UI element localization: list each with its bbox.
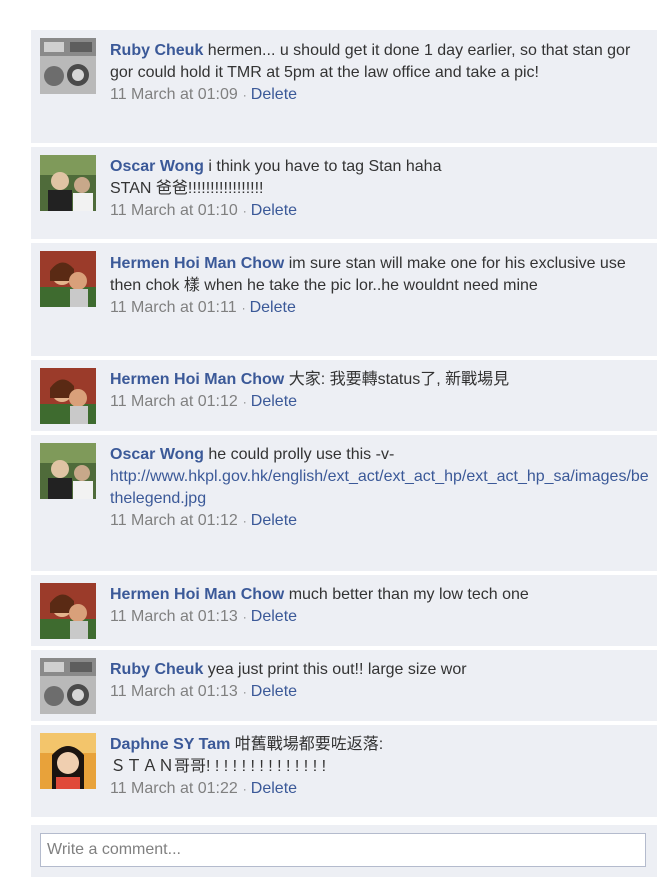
comment-meta: 11 March at 01:12 · Delete [110, 510, 649, 532]
separator-dot: · [242, 782, 247, 796]
comment-author[interactable]: Oscar Wong [110, 446, 204, 463]
comment-meta: 11 March at 01:09 · Delete [110, 84, 649, 106]
comment-author[interactable]: Ruby Cheuk [110, 661, 203, 678]
comment-timestamp[interactable]: 11 March at 01:09 [110, 86, 238, 103]
comment-timestamp[interactable]: 11 March at 01:12 [110, 393, 238, 410]
comment-item: Hermen Hoi Man Chow im sure stan will ma… [31, 243, 657, 356]
separator-dot: · [242, 685, 247, 699]
delete-link[interactable]: Delete [251, 86, 297, 103]
comment-item: Oscar Wong he could prolly use this -v- … [31, 435, 657, 571]
comment-author[interactable]: Daphne SY Tam [110, 736, 230, 753]
comment-author[interactable]: Ruby Cheuk [110, 42, 203, 59]
comment-author[interactable]: Hermen Hoi Man Chow [110, 586, 284, 603]
comment-meta: 11 March at 01:12 · Delete [110, 391, 649, 413]
delete-link[interactable]: Delete [251, 780, 297, 797]
comment-meta: 11 March at 01:13 · Delete [110, 606, 649, 628]
comment-timestamp[interactable]: 11 March at 01:12 [110, 512, 238, 529]
comment-timestamp[interactable]: 11 March at 01:13 [110, 683, 238, 700]
delete-link[interactable]: Delete [251, 608, 297, 625]
comment-text: 大家: 我要轉status了, 新戰場見 [288, 371, 510, 388]
comment-timestamp[interactable]: 11 March at 01:13 [110, 608, 238, 625]
comment-item: Hermen Hoi Man Chow 大家: 我要轉status了, 新戰場見… [31, 360, 657, 431]
delete-link[interactable]: Delete [251, 393, 297, 410]
oscar-avatar[interactable] [40, 443, 96, 499]
delete-link[interactable]: Delete [251, 512, 297, 529]
comment-item: Oscar Wong i think you have to tag Stan … [31, 147, 657, 239]
comment-item: Ruby Cheuk hermen... u should get it don… [31, 30, 657, 143]
comment-item: Daphne SY Tam 咁舊戰場都要咗返落: ＳＴＡＮ哥哥! ! ! ! !… [31, 725, 657, 817]
daphne-avatar[interactable] [40, 733, 96, 789]
hermen-avatar[interactable] [40, 251, 96, 307]
comment-item: Hermen Hoi Man Chow much better than my … [31, 575, 657, 646]
separator-dot: · [241, 301, 246, 315]
comment-meta: 11 March at 01:11 · Delete [110, 297, 649, 319]
separator-dot: · [242, 204, 247, 218]
separator-dot: · [242, 610, 247, 624]
delete-link[interactable]: Delete [251, 202, 297, 219]
comment-author[interactable]: Hermen Hoi Man Chow [110, 371, 284, 388]
write-comment-area: Write a comment... [31, 825, 657, 877]
ruby-avatar[interactable] [40, 38, 96, 94]
comment-meta: 11 March at 01:10 · Delete [110, 200, 649, 222]
oscar-avatar[interactable] [40, 155, 96, 211]
delete-link[interactable]: Delete [251, 683, 297, 700]
comment-text: much better than my low tech one [288, 586, 529, 603]
comment-text: he could prolly use this -v- [208, 446, 395, 463]
separator-dot: · [242, 514, 247, 528]
comment-thread: Ruby Cheuk hermen... u should get it don… [31, 30, 657, 821]
comment-timestamp[interactable]: 11 March at 01:10 [110, 202, 238, 219]
hermen-avatar[interactable] [40, 368, 96, 424]
delete-link[interactable]: Delete [250, 299, 296, 316]
comment-link[interactable]: http://www.hkpl.gov.hk/english/ext_act/e… [110, 466, 649, 510]
separator-dot: · [242, 395, 247, 409]
comment-meta: 11 March at 01:22 · Delete [110, 778, 649, 800]
hermen-avatar[interactable] [40, 583, 96, 639]
comment-author[interactable]: Hermen Hoi Man Chow [110, 255, 284, 272]
ruby-avatar[interactable] [40, 658, 96, 714]
comment-text: yea just print this out!! large size wor [207, 661, 467, 678]
comment-item: Ruby Cheuk yea just print this out!! lar… [31, 650, 657, 721]
write-comment-input[interactable]: Write a comment... [40, 833, 646, 867]
comment-meta: 11 March at 01:13 · Delete [110, 681, 649, 703]
comment-timestamp[interactable]: 11 March at 01:22 [110, 780, 238, 797]
comment-author[interactable]: Oscar Wong [110, 158, 204, 175]
comment-timestamp[interactable]: 11 March at 01:11 [110, 299, 237, 316]
separator-dot: · [242, 88, 247, 102]
